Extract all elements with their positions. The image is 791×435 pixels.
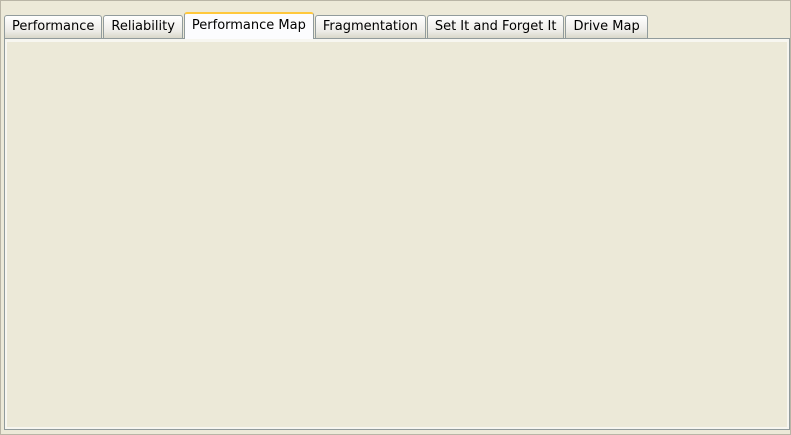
tab-panel <box>4 38 790 430</box>
tab-performance-map[interactable]: Performance Map <box>183 12 314 39</box>
app-window: Performance Reliability Performance Map … <box>0 0 791 435</box>
tab-panel-content <box>7 42 787 427</box>
tab-performance[interactable]: Performance <box>4 15 103 38</box>
tab-bar: Performance Reliability Performance Map … <box>4 12 649 39</box>
tab-drive-map[interactable]: Drive Map <box>565 15 648 38</box>
tab-set-it-and-forget-it[interactable]: Set It and Forget It <box>426 15 565 38</box>
tab-fragmentation[interactable]: Fragmentation <box>314 15 426 38</box>
tab-reliability[interactable]: Reliability <box>103 15 183 38</box>
